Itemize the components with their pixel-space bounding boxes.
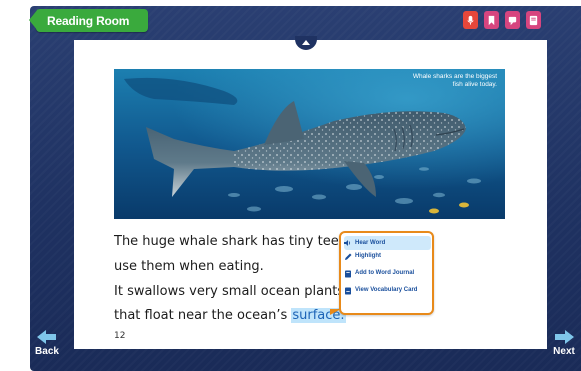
story-line: that float near the ocean’s surface. (114, 308, 346, 323)
next-label: Next (553, 346, 575, 357)
add-to-word-journal-option[interactable]: Add to Word Journal (344, 270, 431, 284)
speaker-icon (344, 239, 352, 247)
reading-room-back-tab[interactable]: Reading Room (29, 9, 148, 32)
journal-icon (529, 15, 538, 25)
add-to-word-journal-label: Add to Word Journal (355, 270, 415, 276)
story-line-text: that float near the ocean’s (114, 308, 292, 323)
card-icon (344, 287, 352, 295)
back-arrow-icon (37, 330, 56, 344)
microphone-icon (467, 15, 474, 25)
word-menu-popup: Hear Word Highlight Add to Word Journal … (339, 231, 434, 315)
chevron-up-icon (302, 39, 310, 45)
view-vocabulary-card-label: View Vocabulary Card (355, 287, 418, 293)
back-button[interactable]: Back (34, 330, 60, 357)
whale-shark-photo: Whale sharks are the biggest fish alive … (114, 69, 505, 219)
story-line: The huge whale shark has tiny teeth (114, 234, 353, 249)
notes-icon (508, 16, 517, 25)
story-line: It swallows very small ocean plants o (114, 284, 357, 299)
next-arrow-icon (555, 330, 574, 344)
hear-word-label: Hear Word (355, 239, 386, 246)
highlight-label: Highlight (355, 253, 381, 259)
whale-shark-image (114, 69, 505, 219)
journal-button[interactable] (526, 11, 541, 29)
page-number: 12 (114, 331, 126, 341)
bookmark-icon (488, 15, 495, 25)
journal-icon (344, 270, 352, 278)
reading-room-title: Reading Room (47, 13, 130, 28)
story-line: use them when eating. (114, 259, 264, 274)
back-arrow-icon (29, 9, 38, 31)
photo-caption: Whale sharks are the biggest fish alive … (412, 73, 497, 88)
next-button[interactable]: Next (549, 330, 579, 357)
record-button[interactable] (463, 11, 478, 29)
hear-word-option[interactable]: Hear Word (344, 236, 431, 250)
bookmark-button[interactable] (484, 11, 499, 29)
pencil-icon (344, 253, 352, 261)
back-label: Back (35, 346, 59, 357)
view-vocabulary-card-option[interactable]: View Vocabulary Card (344, 287, 431, 307)
highlight-option[interactable]: Highlight (344, 253, 431, 267)
notes-button[interactable] (505, 11, 520, 29)
